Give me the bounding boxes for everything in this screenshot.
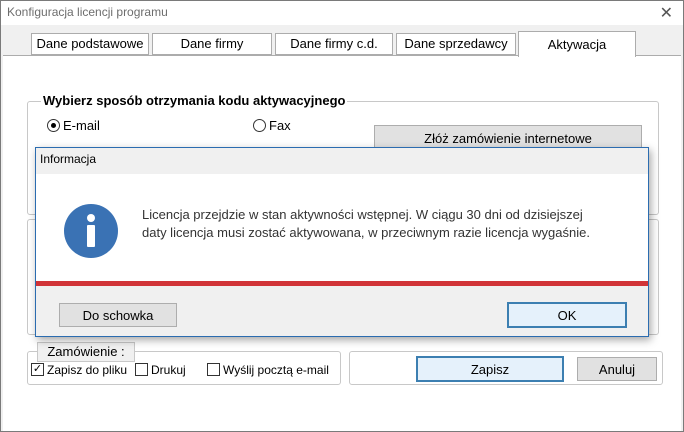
email-radio-label: E-mail bbox=[63, 118, 100, 133]
window-title: Konfiguracja licencji programu bbox=[7, 5, 168, 19]
tab-dane-firmy-cd[interactable]: Dane firmy c.d. bbox=[275, 33, 393, 55]
close-icon[interactable]: ✕ bbox=[660, 3, 673, 22]
save-to-file-checkbox[interactable]: ✓ bbox=[31, 363, 44, 376]
dialog-message: Licencja przejdzie w stan aktywności wst… bbox=[142, 206, 632, 242]
print-label: Drukuj bbox=[151, 363, 186, 377]
activation-group-title: Wybierz sposób otrzymania kodu aktywacyj… bbox=[41, 93, 348, 108]
tab-dane-firmy[interactable]: Dane firmy bbox=[152, 33, 272, 55]
dialog-message-line-2: daty licencja musi zostać aktywowana, w … bbox=[142, 225, 590, 240]
information-dialog: Informacja Licencja przejdzie w stan akt… bbox=[35, 147, 649, 337]
cancel-button[interactable]: Anuluj bbox=[577, 357, 657, 381]
info-icon bbox=[64, 204, 118, 258]
send-email-label: Wyślij pocztą e-mail bbox=[223, 363, 329, 377]
tab-aktywacja[interactable]: Aktywacja bbox=[518, 31, 636, 57]
dialog-accent-bar bbox=[36, 281, 648, 286]
license-config-window: Konfiguracja licencji programu ✕ Dane po… bbox=[0, 0, 684, 432]
title-bar: Konfiguracja licencji programu ✕ bbox=[1, 1, 683, 25]
tab-dane-sprzedawcy[interactable]: Dane sprzedawcy bbox=[396, 33, 516, 55]
email-radio[interactable] bbox=[47, 119, 60, 132]
fax-radio-label: Fax bbox=[269, 118, 291, 133]
copy-to-clipboard-button[interactable]: Do schowka bbox=[59, 303, 177, 327]
dialog-message-line-1: Licencja przejdzie w stan aktywności wst… bbox=[142, 207, 583, 222]
save-button[interactable]: Zapisz bbox=[416, 356, 564, 382]
dialog-title: Informacja bbox=[40, 152, 97, 166]
print-checkbox[interactable] bbox=[135, 363, 148, 376]
tab-dane-podstawowe[interactable]: Dane podstawowe bbox=[31, 33, 149, 55]
save-to-file-label: Zapisz do pliku bbox=[47, 363, 128, 377]
dialog-content: Licencja przejdzie w stan aktywności wst… bbox=[36, 174, 648, 282]
send-email-checkbox[interactable] bbox=[207, 363, 220, 376]
order-label: Zamówienie : bbox=[37, 342, 135, 362]
fax-radio[interactable] bbox=[253, 119, 266, 132]
ok-button[interactable]: OK bbox=[507, 302, 627, 328]
